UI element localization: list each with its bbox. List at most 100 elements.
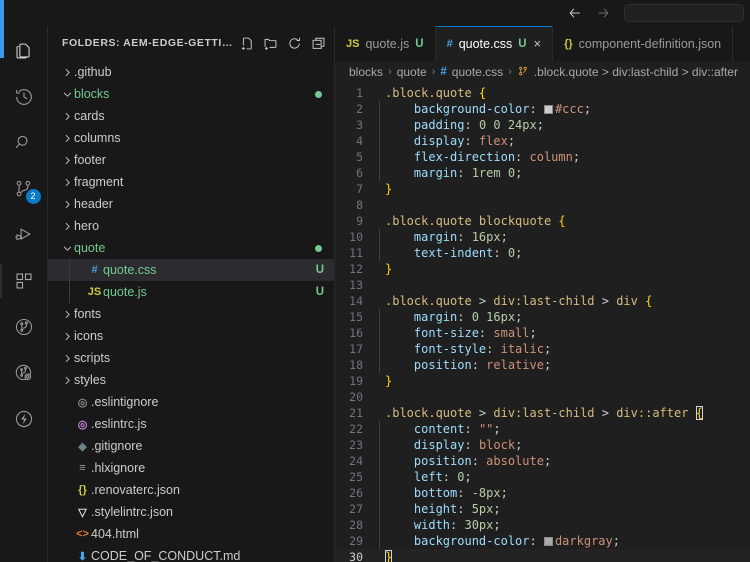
tree-item-label: blocks bbox=[74, 87, 315, 101]
code-line[interactable]: 6 margin: 1rem 0; bbox=[335, 165, 750, 181]
close-icon[interactable]: × bbox=[534, 36, 542, 51]
tree-folder-github[interactable]: .github bbox=[48, 61, 334, 83]
activity-item-explorer[interactable] bbox=[0, 28, 48, 74]
collapse-all-icon[interactable] bbox=[308, 32, 328, 54]
tree-folder-icons[interactable]: icons bbox=[48, 325, 334, 347]
tree-folder-styles[interactable]: styles bbox=[48, 369, 334, 391]
code-line[interactable]: 19} bbox=[335, 373, 750, 389]
editor-tab-quote.css[interactable]: #quote.cssU× bbox=[436, 26, 554, 61]
activity-item-git-lens[interactable] bbox=[0, 350, 48, 396]
tree-file-.gitignore[interactable]: ◆.gitignore bbox=[48, 435, 334, 457]
code-line[interactable]: 9.block.quote blockquote { bbox=[335, 213, 750, 229]
indent-guide bbox=[379, 133, 380, 149]
editor-tab-bar[interactable]: JSquote.jsU#quote.cssU×{}component-defin… bbox=[335, 26, 750, 61]
activity-item-extensions[interactable] bbox=[0, 258, 48, 304]
line-number: 7 bbox=[335, 181, 379, 197]
code-line[interactable]: 21.block.quote > div:last-child > div::a… bbox=[335, 405, 750, 421]
code-editor[interactable]: 1.block.quote {2 background-color: #ccc;… bbox=[335, 83, 750, 562]
code-line[interactable]: 3 padding: 0 0 24px; bbox=[335, 117, 750, 133]
tree-folder-quote[interactable]: quote bbox=[48, 237, 334, 259]
color-swatch-icon[interactable] bbox=[544, 537, 553, 546]
code-line[interactable]: 15 margin: 0 16px; bbox=[335, 309, 750, 325]
new-folder-icon[interactable] bbox=[261, 32, 281, 54]
file-tree[interactable]: .github blocks cardscolumnsfooter fragment h… bbox=[48, 60, 334, 562]
command-center-search[interactable] bbox=[624, 4, 744, 22]
tree-folder-blocks[interactable]: blocks bbox=[48, 83, 334, 105]
tree-folder-fragment[interactable]: fragment bbox=[48, 171, 334, 193]
code-line[interactable]: 7} bbox=[335, 181, 750, 197]
run-debug-icon bbox=[13, 224, 35, 246]
code-line[interactable]: 10 margin: 16px; bbox=[335, 229, 750, 245]
activity-item-search[interactable] bbox=[0, 120, 48, 166]
breadcrumb-item[interactable]: quote.css bbox=[452, 65, 503, 79]
code-line[interactable]: 26 bottom: -8px; bbox=[335, 485, 750, 501]
code-line[interactable]: 12} bbox=[335, 261, 750, 277]
breadcrumb-item[interactable]: .block.quote > div:last-child > div::aft… bbox=[534, 65, 738, 79]
code-line[interactable]: 8 bbox=[335, 197, 750, 213]
tree-file-.eslintrc.js[interactable]: ◎.eslintrc.js bbox=[48, 413, 334, 435]
tree-file-.renovaterc.json[interactable]: {}.renovaterc.json bbox=[48, 479, 334, 501]
tree-file-.eslintignore[interactable]: ◎.eslintignore bbox=[48, 391, 334, 413]
tree-folder-cards[interactable]: cards bbox=[48, 105, 334, 127]
activity-item-git-graph[interactable] bbox=[0, 304, 48, 350]
html-file-icon: <> bbox=[74, 528, 91, 540]
tree-folder-header[interactable]: header bbox=[48, 193, 334, 215]
breadcrumb[interactable]: blocks›quote›#quote.css›.block.quote > d… bbox=[335, 61, 750, 83]
tree-file-CODE_OF_CONDUCT.md[interactable]: ⬇CODE_OF_CONDUCT.md bbox=[48, 545, 334, 562]
code-token: content bbox=[385, 422, 464, 436]
editor-tab-component-definition.json[interactable]: {}component-definition.json bbox=[553, 26, 733, 61]
code-line[interactable]: 16 font-size: small; bbox=[335, 325, 750, 341]
code-token: "" bbox=[479, 422, 493, 436]
editor-tab-quote.js[interactable]: JSquote.jsU bbox=[335, 26, 436, 61]
new-file-icon[interactable] bbox=[237, 32, 257, 54]
color-swatch-icon[interactable] bbox=[544, 105, 553, 114]
tree-folder-hero[interactable]: hero bbox=[48, 215, 334, 237]
code-line[interactable]: 22 content: ""; bbox=[335, 421, 750, 437]
activity-item-run-debug[interactable] bbox=[0, 212, 48, 258]
indent-guide bbox=[379, 469, 380, 485]
activity-item-source-control[interactable]: 2 bbox=[0, 166, 48, 212]
code-token: > bbox=[602, 294, 616, 308]
tree-folder-columns[interactable]: columns bbox=[48, 127, 334, 149]
code-line[interactable]: 23 display: block; bbox=[335, 437, 750, 453]
code-line[interactable]: 25 left: 0; bbox=[335, 469, 750, 485]
tree-file-quote.css[interactable]: #quote.cssU bbox=[48, 259, 334, 281]
code-line[interactable]: 4 display: flex; bbox=[335, 133, 750, 149]
tree-folder-footer[interactable]: footer bbox=[48, 149, 334, 171]
tree-folder-scripts[interactable]: scripts bbox=[48, 347, 334, 369]
code-token: } bbox=[385, 374, 392, 388]
code-line[interactable]: 13 bbox=[335, 277, 750, 293]
tree-file-.stylelintrc.json[interactable]: ▽.stylelintrc.json bbox=[48, 501, 334, 523]
back-arrow-icon[interactable] bbox=[568, 6, 582, 20]
activity-item-actions[interactable] bbox=[0, 396, 48, 442]
tree-file-.hlxignore[interactable]: ≡.hlxignore bbox=[48, 457, 334, 479]
tree-folder-fonts[interactable]: fonts bbox=[48, 303, 334, 325]
code-line[interactable]: 30} bbox=[335, 549, 750, 562]
code-line[interactable]: 2 background-color: #ccc; bbox=[335, 101, 750, 117]
code-line[interactable]: 20 bbox=[335, 389, 750, 405]
code-line[interactable]: 5 flex-direction: column; bbox=[335, 149, 750, 165]
code-token: text-indent bbox=[385, 246, 493, 260]
code-line[interactable]: 24 position: absolute; bbox=[335, 453, 750, 469]
code-line[interactable]: 11 text-indent: 0; bbox=[335, 245, 750, 261]
tree-file-404.html[interactable]: <>404.html bbox=[48, 523, 334, 545]
code-line[interactable]: 29 background-color: darkgray; bbox=[335, 533, 750, 549]
code-line[interactable]: 17 font-style: italic; bbox=[335, 341, 750, 357]
code-token: : bbox=[479, 326, 493, 340]
code-token: 16px bbox=[472, 230, 501, 244]
tree-item-label: fragment bbox=[74, 175, 324, 189]
breadcrumb-item[interactable]: blocks bbox=[349, 65, 383, 79]
code-line[interactable]: 1.block.quote { bbox=[335, 85, 750, 101]
code-line[interactable]: 14.block.quote > div:last-child > div { bbox=[335, 293, 750, 309]
code-line[interactable]: 28 width: 30px; bbox=[335, 517, 750, 533]
breadcrumb-item[interactable]: quote bbox=[397, 65, 427, 79]
code-line[interactable]: 27 height: 5px; bbox=[335, 501, 750, 517]
refresh-icon[interactable] bbox=[285, 32, 305, 54]
code-line[interactable]: 18 position: relative; bbox=[335, 357, 750, 373]
code-token: div::after bbox=[616, 406, 695, 420]
forward-arrow-icon[interactable] bbox=[596, 6, 610, 20]
activity-item-timeline[interactable] bbox=[0, 74, 48, 120]
breadcrumb-separator: › bbox=[508, 66, 512, 78]
tree-file-quote.js[interactable]: JSquote.jsU bbox=[48, 281, 334, 303]
code-token: ; bbox=[613, 534, 620, 548]
